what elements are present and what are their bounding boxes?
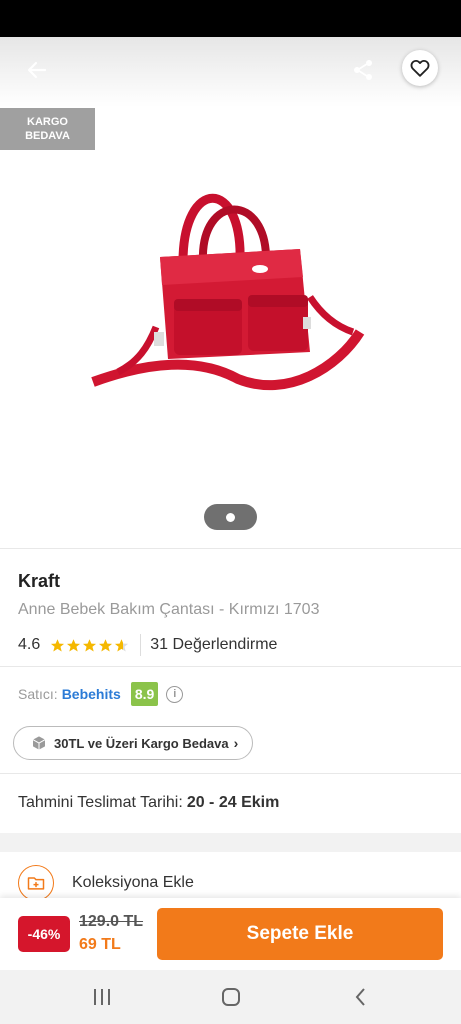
badge-line-1: KARGO — [27, 116, 68, 128]
review-count-link[interactable]: 31 Değerlendirme — [150, 636, 277, 654]
recent-apps-button[interactable] — [89, 984, 115, 1010]
status-bar — [0, 0, 461, 37]
purchase-bar: -46% 129.0 TL 69 TL Sepete Ekle — [0, 898, 461, 970]
delivery-label: Tahmini Teslimat Tarihi: — [18, 794, 183, 811]
star-icon — [51, 638, 65, 651]
share-icon — [354, 60, 372, 80]
image-pager[interactable] — [204, 504, 257, 530]
divider — [0, 548, 461, 549]
system-nav-bar — [0, 970, 461, 1024]
seller-row: Satıcı: Bebehits 8.9 i — [18, 681, 184, 707]
free-cargo-button[interactable]: 30TL ve Üzeri Kargo Bedava › — [13, 726, 253, 760]
product-brand[interactable]: Kraft — [18, 571, 60, 592]
discount-badge: -46% — [18, 916, 70, 952]
package-icon — [32, 736, 46, 750]
seller-name-link[interactable]: Bebehits — [62, 686, 121, 702]
divider — [0, 666, 461, 667]
star-half-icon — [115, 638, 129, 651]
cargo-text: 30TL ve Üzeri Kargo Bedava — [54, 735, 229, 751]
add-to-cart-button[interactable]: Sepete Ekle — [157, 908, 443, 960]
badge-line-2: BEDAVA — [25, 130, 70, 142]
top-gradient — [0, 37, 461, 107]
arrow-left-icon — [27, 61, 47, 79]
section-gap — [0, 833, 461, 852]
pager-dot-active — [226, 512, 235, 522]
recent-apps-icon — [94, 989, 110, 1005]
star-icon — [67, 638, 81, 651]
delivery-estimate: Tahmini Teslimat Tarihi: 20 - 24 Ekim — [18, 794, 279, 812]
chevron-right-icon: › — [233, 735, 239, 751]
heart-icon — [410, 59, 430, 77]
star-icon — [83, 638, 97, 651]
info-icon[interactable]: i — [166, 685, 184, 703]
system-back-button[interactable] — [348, 984, 374, 1010]
back-button[interactable] — [20, 53, 54, 87]
add-to-collection[interactable]: Koleksiyona Ekle — [18, 865, 194, 901]
share-button[interactable] — [347, 53, 379, 87]
rating-row[interactable]: 4.6 31 Değerlendirme — [18, 634, 277, 656]
product-image — [91, 193, 365, 391]
folder-plus-icon — [18, 865, 54, 901]
rating-separator — [140, 634, 142, 656]
seller-label: Satıcı: — [18, 686, 58, 702]
rating-stars — [50, 638, 130, 653]
chevron-left-icon — [355, 988, 365, 1006]
divider — [0, 773, 461, 774]
product-name: Anne Bebek Bakım Çantası - Kırmızı 1703 — [18, 601, 320, 618]
favorite-button[interactable] — [402, 50, 438, 86]
delivery-dates: 20 - 24 Ekim — [186, 794, 280, 811]
new-price: 69 TL — [79, 936, 121, 953]
home-icon — [222, 988, 240, 1006]
product-image-gallery[interactable]: KARGO BEDAVA — [0, 37, 461, 548]
star-icon — [99, 638, 113, 651]
home-button[interactable] — [218, 984, 244, 1010]
rating-value: 4.6 — [18, 636, 41, 653]
seller-score-badge: 8.9 — [130, 682, 159, 706]
free-shipping-badge: KARGO BEDAVA — [0, 108, 95, 150]
old-price: 129.0 TL — [79, 913, 144, 930]
collection-label: Koleksiyona Ekle — [72, 874, 194, 891]
